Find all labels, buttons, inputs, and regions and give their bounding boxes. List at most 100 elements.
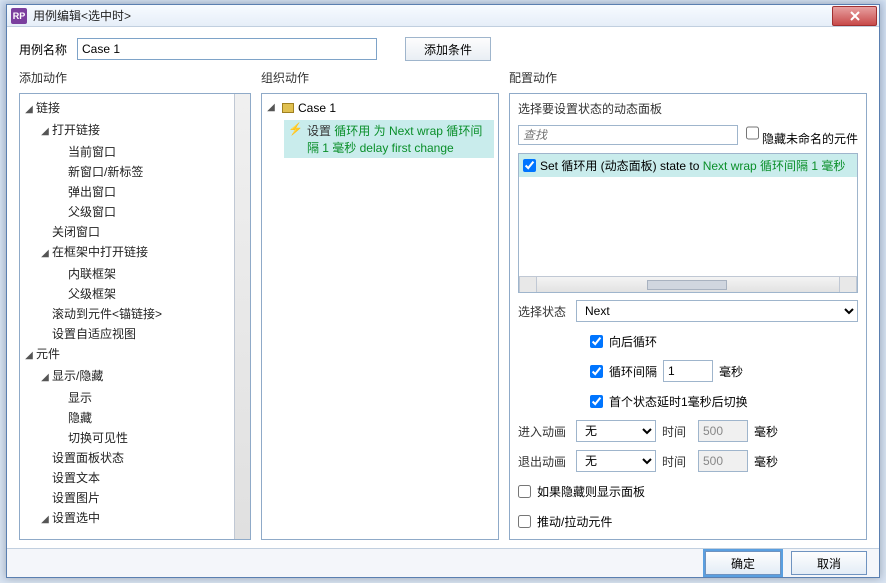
select-panel-header: 选择要设置状态的动态面板	[518, 100, 858, 117]
tree-item[interactable]: 关闭窗口	[22, 222, 248, 242]
select-state-dropdown[interactable]: Next	[576, 300, 858, 322]
wrap-back-checkbox[interactable]	[590, 335, 603, 348]
enter-anim-dropdown[interactable]: 无	[576, 420, 656, 442]
tree-item[interactable]: 设置图片	[22, 488, 248, 508]
columns: 添加动作 ◢链接◢打开链接当前窗口新窗口/新标签弹出窗口父级窗口关闭窗口◢在框架…	[19, 69, 867, 540]
enter-time-input[interactable]	[698, 420, 748, 442]
exit-anim-label: 退出动画	[518, 453, 570, 470]
scrollbar-thumb[interactable]	[647, 280, 727, 290]
hide-unnamed-checkbox[interactable]	[746, 123, 759, 143]
push-pull-label: 推动/拉动元件	[537, 513, 612, 530]
tree-item[interactable]: ◢元件	[22, 344, 248, 366]
list-item[interactable]: Set 循环用 (动态面板) state to Next wrap 循环间隔 1…	[519, 154, 857, 177]
organize-actions-title: 组织动作	[261, 69, 499, 89]
tree-item-label: 父级框架	[68, 287, 116, 301]
loop-interval-label: 循环间隔	[609, 363, 657, 380]
case-node[interactable]: ◢ Case 1	[266, 98, 494, 118]
tree-item[interactable]: 父级框架	[22, 284, 248, 304]
show-if-hidden-row: 如果隐藏则显示面板	[518, 479, 858, 503]
tree-item[interactable]: 新窗口/新标签	[22, 162, 248, 182]
chevron-down-icon: ◢	[40, 122, 50, 142]
tree-item-label: 显示/隐藏	[52, 369, 103, 383]
close-icon	[850, 11, 860, 21]
chevron-down-icon: ◢	[40, 244, 50, 264]
cancel-button[interactable]: 取消	[791, 551, 867, 575]
delay-first-row: 首个状态延时1毫秒后切换	[518, 389, 858, 413]
titlebar: RP 用例编辑<选中时>	[7, 5, 879, 27]
push-pull-checkbox[interactable]	[518, 515, 531, 528]
ok-button[interactable]: 确定	[705, 551, 781, 575]
loop-interval-row: 循环间隔 毫秒	[518, 359, 858, 383]
chevron-down-icon: ◢	[24, 346, 34, 366]
exit-anim-row: 退出动画 无 时间 毫秒	[518, 449, 858, 473]
case-name-row: 用例名称 添加条件	[19, 37, 867, 61]
tree-item-label: 设置选中	[52, 511, 100, 525]
chevron-down-icon: ◢	[40, 510, 50, 530]
widget-list[interactable]: Set 循环用 (动态面板) state to Next wrap 循环间隔 1…	[518, 153, 858, 293]
tree-item[interactable]: ◢打开链接	[22, 120, 248, 142]
delay-first-checkbox[interactable]	[590, 395, 603, 408]
exit-anim-dropdown[interactable]: 无	[576, 450, 656, 472]
tree-item[interactable]: 滚动到元件<锚链接>	[22, 304, 248, 324]
tree-item-label: 父级窗口	[68, 205, 116, 219]
tree-item[interactable]: ◢链接	[22, 98, 248, 120]
chevron-down-icon: ◢	[40, 368, 50, 388]
tree-item[interactable]: ◢在框架中打开链接	[22, 242, 248, 264]
search-input[interactable]	[518, 125, 738, 145]
close-button[interactable]	[832, 6, 877, 26]
tree-item-label: 当前窗口	[68, 145, 116, 159]
chevron-down-icon: ◢	[24, 100, 34, 120]
case-name-input[interactable]	[77, 38, 377, 60]
tree-item-label: 弹出窗口	[68, 185, 116, 199]
horizontal-scrollbar[interactable]	[519, 276, 857, 292]
loop-interval-input[interactable]	[663, 360, 713, 382]
search-row: 隐藏未命名的元件	[518, 123, 858, 147]
enter-anim-row: 进入动画 无 时间 毫秒	[518, 419, 858, 443]
hide-unnamed-text: 隐藏未命名的元件	[762, 132, 858, 146]
hide-unnamed-label[interactable]: 隐藏未命名的元件	[746, 123, 858, 147]
tree-item-label: 设置文本	[52, 471, 100, 485]
tree-item[interactable]: ◢设置选中	[22, 508, 248, 530]
exit-time-unit: 毫秒	[754, 453, 778, 470]
dialog-footer: 确定 取消	[7, 548, 879, 577]
configure-action-title: 配置动作	[509, 69, 867, 89]
tree-item[interactable]: ◢显示/隐藏	[22, 366, 248, 388]
show-if-hidden-checkbox[interactable]	[518, 485, 531, 498]
action-node[interactable]: ⚡ 设置 循环用 为 Next wrap 循环间隔 1 毫秒 delay fir…	[284, 120, 494, 158]
enter-anim-label: 进入动画	[518, 423, 570, 440]
vertical-scrollbar[interactable]	[234, 94, 250, 539]
tree-item[interactable]: 内联框架	[22, 264, 248, 284]
delay-first-label: 首个状态延时1毫秒后切换	[609, 393, 748, 410]
tree-item[interactable]: 切换可见性	[22, 428, 248, 448]
list-item-checkbox[interactable]	[523, 159, 536, 172]
tree-item[interactable]: 当前窗口	[22, 142, 248, 162]
tree-item-label: 链接	[36, 101, 60, 115]
show-if-hidden-label: 如果隐藏则显示面板	[537, 483, 645, 500]
tree-item-label: 隐藏	[68, 411, 92, 425]
actions-tree[interactable]: ◢链接◢打开链接当前窗口新窗口/新标签弹出窗口父级窗口关闭窗口◢在框架中打开链接…	[20, 94, 250, 534]
tree-item-label: 滚动到元件<锚链接>	[52, 307, 162, 321]
tree-item[interactable]: 隐藏	[22, 408, 248, 428]
bolt-icon: ⚡	[288, 122, 303, 136]
exit-time-input[interactable]	[698, 450, 748, 472]
chevron-down-icon: ◢	[266, 98, 276, 118]
loop-interval-unit: 毫秒	[719, 363, 743, 380]
tree-item[interactable]: 弹出窗口	[22, 182, 248, 202]
tree-item[interactable]: 设置面板状态	[22, 448, 248, 468]
enter-time-unit: 毫秒	[754, 423, 778, 440]
select-state-row: 选择状态 Next	[518, 299, 858, 323]
tree-item[interactable]: 显示	[22, 388, 248, 408]
tree-item[interactable]: 父级窗口	[22, 202, 248, 222]
exit-time-label: 时间	[662, 453, 692, 470]
tree-item-label: 元件	[36, 347, 60, 361]
tree-item-label: 设置自适应视图	[52, 327, 136, 341]
loop-interval-checkbox[interactable]	[590, 365, 603, 378]
select-state-label: 选择状态	[518, 303, 570, 320]
dialog-body: 用例名称 添加条件 添加动作 ◢链接◢打开链接当前窗口新窗口/新标签弹出窗口父级…	[7, 27, 879, 548]
organize-panel: ◢ Case 1 ⚡ 设置 循环用 为 Next wrap 循环间隔 1 毫秒 …	[261, 93, 499, 540]
tree-item[interactable]: 设置自适应视图	[22, 324, 248, 344]
wrap-back-label: 向后循环	[609, 333, 657, 350]
tree-item[interactable]: 设置文本	[22, 468, 248, 488]
enter-time-label: 时间	[662, 423, 692, 440]
add-condition-button[interactable]: 添加条件	[405, 37, 491, 61]
